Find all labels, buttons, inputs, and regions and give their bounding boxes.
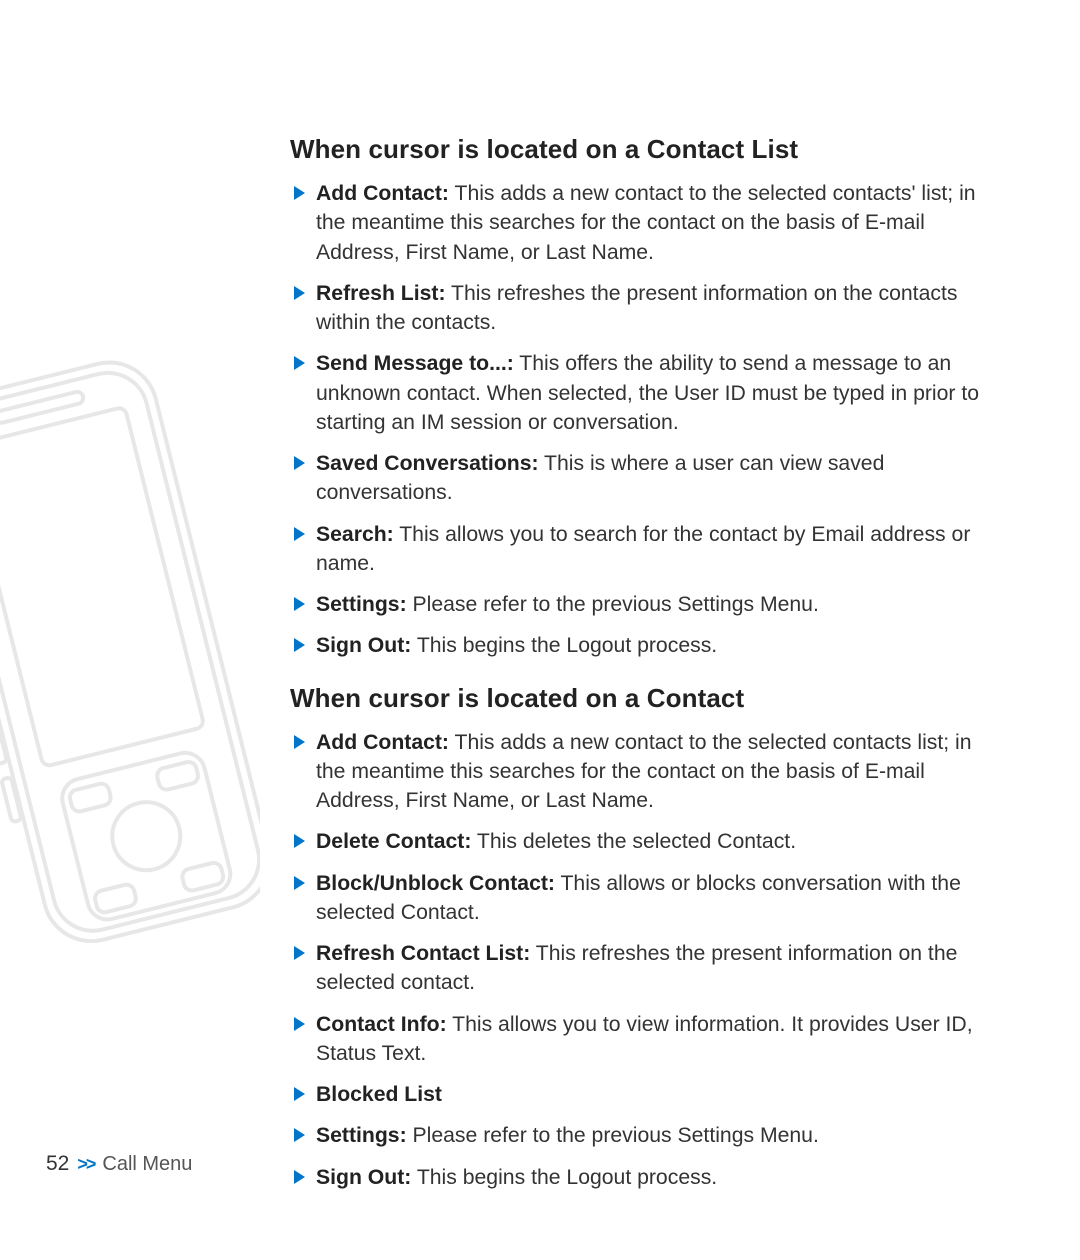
list-item: Add Contact: This adds a new contact to … — [290, 728, 995, 816]
list-item: Saved Conversations: This is where a use… — [290, 449, 995, 508]
main-content: When cursor is located on a Contact List… — [290, 134, 995, 1204]
list-item: Refresh Contact List: This refreshes the… — [290, 939, 995, 998]
list-item: Block/Unblock Contact: This allows or bl… — [290, 869, 995, 928]
list-item: Delete Contact: This deletes the selecte… — [290, 827, 995, 856]
item-text: Please refer to the previous Settings Me… — [407, 593, 819, 616]
item-text: This allows you to search for the contac… — [316, 523, 970, 575]
list-item: Settings: Please refer to the previous S… — [290, 590, 995, 619]
item-label: Saved Conversations: — [316, 452, 539, 475]
section-heading: When cursor is located on a Contact List — [290, 134, 995, 165]
list-item: Contact Info: This allows you to view in… — [290, 1010, 995, 1069]
list-item: Search: This allows you to search for th… — [290, 520, 995, 579]
list-item: Settings: Please refer to the previous S… — [290, 1121, 995, 1150]
list-item: Sign Out: This begins the Logout process… — [290, 1163, 995, 1192]
list-item: Blocked List — [290, 1080, 995, 1109]
item-label: Delete Contact: — [316, 830, 471, 853]
item-label: Refresh Contact List: — [316, 942, 530, 965]
page-footer: 52 >> Call Menu — [46, 1152, 192, 1176]
item-text: This deletes the selected Contact. — [471, 830, 796, 853]
bullet-list: Add Contact: This adds a new contact to … — [290, 179, 995, 661]
item-label: Search: — [316, 523, 394, 546]
list-item: Send Message to...: This offers the abil… — [290, 349, 995, 437]
bullet-list: Add Contact: This adds a new contact to … — [290, 728, 995, 1192]
item-label: Add Contact: — [316, 731, 449, 754]
item-label: Sign Out: — [316, 1166, 411, 1189]
item-text: This begins the Logout process. — [411, 1166, 717, 1189]
item-label: Refresh List: — [316, 282, 446, 305]
section-heading: When cursor is located on a Contact — [290, 683, 995, 714]
footer-section-title: Call Menu — [102, 1153, 192, 1176]
list-item: Refresh List: This refreshes the present… — [290, 279, 995, 338]
item-label: Contact Info: — [316, 1013, 447, 1036]
list-item: Add Contact: This adds a new contact to … — [290, 179, 995, 267]
item-label: Settings: — [316, 1124, 407, 1147]
item-label: Sign Out: — [316, 634, 411, 657]
chevron-right-icon: >> — [77, 1154, 94, 1175]
item-label: Add Contact: — [316, 182, 449, 205]
item-text: This begins the Logout process. — [411, 634, 717, 657]
item-text: Please refer to the previous Settings Me… — [407, 1124, 819, 1147]
item-label: Send Message to...: — [316, 352, 514, 375]
item-label: Settings: — [316, 593, 407, 616]
phone-outline-art — [0, 360, 260, 980]
item-label: Blocked List — [316, 1083, 442, 1106]
list-item: Sign Out: This begins the Logout process… — [290, 631, 995, 660]
item-label: Block/Unblock Contact: — [316, 872, 555, 895]
page-number: 52 — [46, 1152, 69, 1176]
